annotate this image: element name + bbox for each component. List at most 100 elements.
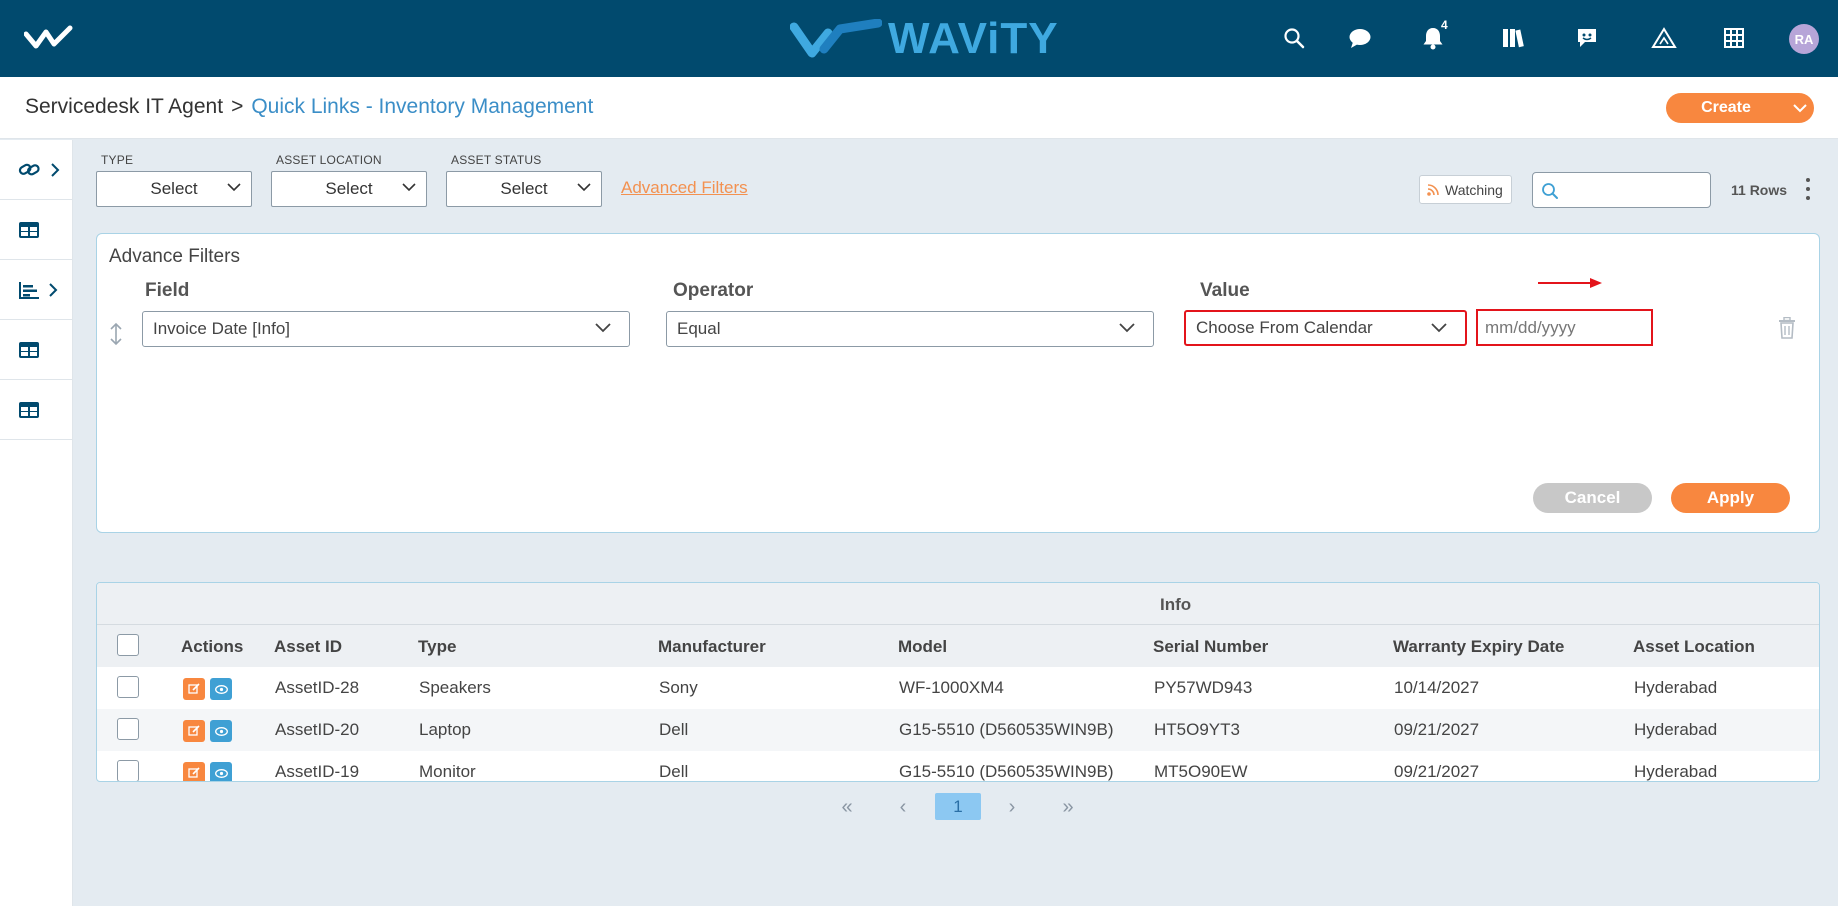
sidebar-item-links[interactable]	[0, 140, 72, 200]
asset-location-filter-select[interactable]: Select	[271, 171, 427, 207]
select-all-checkbox[interactable]	[117, 634, 139, 656]
column-header-manufacturer[interactable]: Manufacturer	[658, 637, 766, 657]
table-icon	[19, 341, 39, 358]
cell-model: WF-1000XM4	[899, 678, 1004, 697]
row-checkbox[interactable]	[117, 760, 139, 781]
create-button-label: Create	[1701, 99, 1751, 116]
row-checkbox[interactable]	[117, 676, 139, 698]
link-icon	[18, 163, 40, 175]
library-icon[interactable]	[1495, 20, 1531, 56]
sidebar-item-table-1[interactable]	[0, 200, 72, 260]
cell-type: Laptop	[419, 720, 471, 739]
create-button[interactable]: Create	[1666, 93, 1814, 123]
drag-handle-icon[interactable]	[109, 322, 123, 346]
advance-filters-title: Advance Filters	[109, 246, 240, 267]
operator-header: Operator	[673, 280, 754, 301]
sidebar-item-reports[interactable]	[0, 260, 72, 320]
cell-serial-number: PY57WD943	[1154, 678, 1253, 697]
cell-asset-id: AssetID-20	[275, 720, 360, 739]
value-header: Value	[1200, 280, 1250, 301]
value-type-dropdown[interactable]: Choose From Calendar	[1184, 310, 1467, 346]
search-icon[interactable]	[1276, 20, 1312, 56]
first-page-button[interactable]: «	[833, 793, 861, 821]
breadcrumb-current[interactable]: Quick Links - Inventory Management	[251, 95, 593, 118]
apply-button[interactable]: Apply	[1671, 483, 1790, 513]
red-arrow-annotation	[1538, 278, 1602, 288]
cell-asset-id: AssetID-28	[275, 678, 360, 697]
asset-status-filter-label: ASSET STATUS	[451, 153, 542, 167]
cell-asset-location: Hyderabad	[1634, 762, 1718, 781]
table-row[interactable]: AssetID-28 Speakers Sony WF-1000XM4 PY57…	[97, 667, 1819, 709]
cancel-button[interactable]: Cancel	[1533, 483, 1652, 513]
more-options-icon[interactable]	[1802, 178, 1814, 200]
message-icon[interactable]	[1569, 20, 1605, 56]
column-header-warranty-expiry-date[interactable]: Warranty Expiry Date	[1393, 637, 1564, 657]
sidebar-item-table-2[interactable]	[0, 320, 72, 380]
column-header-type[interactable]: Type	[418, 637, 456, 657]
current-page-button[interactable]: 1	[935, 793, 981, 820]
field-dropdown-value: Invoice Date [Info]	[153, 319, 291, 338]
breadcrumb: Servicedesk IT Agent > Quick Links - Inven…	[25, 95, 593, 119]
warning-icon[interactable]	[1646, 20, 1682, 56]
date-input-placeholder: mm/dd/yyyy	[1485, 317, 1576, 337]
breadcrumb-separator: >	[231, 95, 244, 118]
watching-label: Watching	[1445, 181, 1503, 198]
view-icon[interactable]	[210, 678, 232, 700]
chevron-down-icon[interactable]	[1786, 103, 1814, 113]
asset-status-filter-select[interactable]: Select	[446, 171, 602, 207]
last-page-button[interactable]: »	[1054, 793, 1082, 821]
rss-icon	[1427, 183, 1439, 196]
view-icon[interactable]	[210, 720, 232, 742]
column-header-serial-number[interactable]: Serial Number	[1153, 637, 1268, 657]
column-header-model[interactable]: Model	[898, 637, 947, 657]
chat-icon[interactable]	[1342, 20, 1378, 56]
trash-icon[interactable]	[1777, 317, 1797, 339]
column-header-actions: Actions	[181, 637, 244, 656]
breadcrumb-root[interactable]: Servicedesk IT Agent	[25, 95, 223, 118]
edit-icon[interactable]	[183, 762, 205, 781]
date-input[interactable]: mm/dd/yyyy	[1476, 309, 1653, 346]
cell-serial-number: MT5O90EW	[1154, 762, 1248, 781]
table-row[interactable]: AssetID-20 Laptop Dell G15-5510 (D560535…	[97, 709, 1819, 751]
advanced-filters-link[interactable]: Advanced Filters	[621, 178, 748, 198]
watching-button[interactable]: Watching	[1419, 175, 1512, 204]
column-header-asset-location[interactable]: Asset Location	[1633, 637, 1755, 657]
operator-dropdown[interactable]: Equal	[666, 311, 1154, 347]
next-page-button[interactable]: ›	[998, 793, 1026, 821]
table-icon	[19, 221, 39, 238]
cell-warranty-expiry-date: 10/14/2027	[1394, 678, 1480, 697]
cell-type: Speakers	[419, 678, 491, 697]
cell-serial-number: HT5O9YT3	[1154, 720, 1240, 739]
row-checkbox[interactable]	[117, 718, 139, 740]
avatar[interactable]: RA	[1789, 24, 1819, 54]
view-icon[interactable]	[210, 762, 232, 781]
type-filter-value: Select	[150, 179, 198, 198]
cell-manufacturer: Sony	[659, 678, 698, 697]
left-sidebar	[0, 140, 73, 906]
cell-warranty-expiry-date: 09/21/2027	[1394, 762, 1480, 781]
type-filter-label: TYPE	[101, 153, 134, 167]
sidebar-item-table-3[interactable]	[0, 380, 72, 440]
chevron-down-icon	[595, 323, 611, 333]
cell-warranty-expiry-date: 09/21/2027	[1394, 720, 1480, 739]
column-header-asset-id[interactable]: Asset ID	[274, 637, 342, 657]
cell-model: G15-5510 (D560535WIN9B)	[899, 720, 1114, 739]
chevron-down-icon	[577, 183, 591, 192]
table-row[interactable]: AssetID-19 Monitor Dell G15-5510 (D56053…	[97, 751, 1819, 781]
grid-icon[interactable]	[1716, 20, 1752, 56]
chevron-right-icon	[51, 162, 60, 177]
bell-icon[interactable]: 4	[1415, 18, 1451, 56]
field-dropdown[interactable]: Invoice Date [Info]	[142, 311, 630, 347]
edit-icon[interactable]	[183, 720, 205, 742]
cell-asset-location: Hyderabad	[1634, 678, 1718, 697]
edit-icon[interactable]	[183, 678, 205, 700]
prev-page-button[interactable]: ‹	[889, 793, 917, 821]
search-icon	[1542, 183, 1558, 199]
group-header-info: Info	[1160, 595, 1192, 614]
search-input[interactable]	[1532, 172, 1711, 208]
type-filter-select[interactable]: Select	[96, 171, 252, 207]
cell-manufacturer: Dell	[659, 720, 689, 739]
cell-asset-id: AssetID-19	[275, 762, 360, 781]
table-header-row: Actions Asset ID Type Manufacturer Model…	[97, 625, 1819, 667]
breadcrumb-bar: Servicedesk IT Agent > Quick Links - Inven…	[0, 77, 1838, 139]
